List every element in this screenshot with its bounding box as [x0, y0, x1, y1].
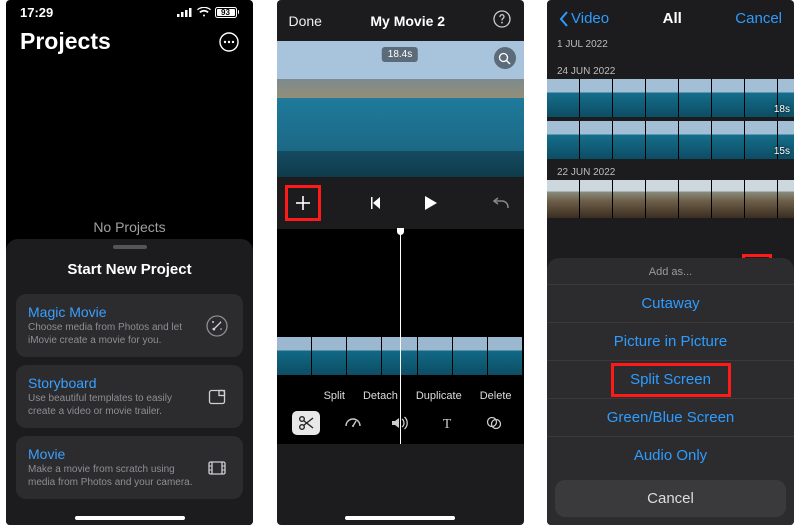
- scissors-icon: [298, 415, 314, 431]
- volume-icon: [391, 415, 409, 431]
- new-project-storyboard[interactable]: Storyboard Use beautiful templates to ea…: [16, 365, 243, 428]
- chevron-left-icon: [559, 11, 569, 27]
- done-button[interactable]: Done: [289, 13, 322, 29]
- add-as-cancel-button[interactable]: Cancel: [555, 480, 786, 517]
- timeline[interactable]: Split Detach Duplicate Delete T: [277, 229, 524, 444]
- media-duration: 15s: [774, 146, 790, 157]
- editor-toolbar: T: [277, 408, 524, 438]
- skip-back-button[interactable]: [367, 191, 391, 215]
- card-subtitle: Use beautiful templates to easily create…: [28, 393, 193, 418]
- add-as-title: Add as...: [547, 266, 794, 278]
- card-subtitle: Make a movie from scratch using media fr…: [28, 464, 193, 489]
- new-project-magic-movie[interactable]: Magic Movie Choose media from Photos and…: [16, 294, 243, 357]
- back-button[interactable]: Video: [559, 10, 609, 27]
- card-title: Magic Movie: [28, 304, 193, 320]
- card-subtitle: Choose media from Photos and let iMovie …: [28, 322, 193, 347]
- projects-screen: 17:29 93 Projects No Projects Start New …: [6, 0, 253, 525]
- play-icon: [424, 195, 438, 211]
- sheet-title: Start New Project: [16, 261, 243, 278]
- undo-button[interactable]: [490, 191, 514, 215]
- magnify-icon: [498, 52, 511, 65]
- card-title: Storyboard: [28, 375, 193, 391]
- tool-volume[interactable]: [386, 411, 414, 435]
- skip-back-icon: [371, 196, 387, 210]
- add-as-green-blue-screen[interactable]: Green/Blue Screen: [547, 398, 794, 436]
- wand-icon: [203, 312, 231, 340]
- split-button[interactable]: Split: [324, 390, 345, 402]
- clip-edit-actions: Split Detach Duplicate Delete: [277, 390, 524, 402]
- date-section-label: 24 JUN 2022: [547, 62, 794, 79]
- detach-button[interactable]: Detach: [363, 390, 398, 402]
- help-icon: [493, 10, 511, 28]
- add-as-split-screen[interactable]: Split Screen: [547, 360, 794, 398]
- more-menu-button[interactable]: [219, 32, 239, 52]
- add-as-cutaway[interactable]: Cutaway: [547, 284, 794, 322]
- add-as-sheet: Add as... Cutaway Picture in Picture Spl…: [547, 258, 794, 525]
- home-indicator[interactable]: [345, 516, 455, 520]
- date-section-label: 1 JUL 2022: [547, 35, 794, 52]
- tool-titles[interactable]: T: [433, 411, 461, 435]
- tool-filters[interactable]: [480, 411, 508, 435]
- timeline-controls: [277, 177, 524, 229]
- speed-icon: [344, 414, 362, 432]
- wifi-icon: [197, 7, 211, 17]
- storyboard-icon: [203, 383, 231, 411]
- card-title: Movie: [28, 446, 193, 462]
- add-media-button[interactable]: [291, 191, 315, 215]
- status-time: 17:29: [20, 5, 53, 20]
- ellipsis-circle-icon: [219, 32, 239, 52]
- play-button[interactable]: [419, 191, 443, 215]
- picker-cancel-button[interactable]: Cancel: [735, 10, 782, 27]
- add-as-audio-only[interactable]: Audio Only: [547, 436, 794, 474]
- back-label: Video: [571, 10, 609, 27]
- page-title: Projects: [20, 28, 111, 55]
- add-as-picture-in-picture[interactable]: Picture in Picture: [547, 322, 794, 360]
- video-preview[interactable]: 18.4s: [277, 41, 524, 177]
- date-section-label: 22 JUN 2022: [547, 163, 794, 180]
- battery-icon: 93: [215, 7, 240, 18]
- fullscreen-button[interactable]: [494, 47, 516, 69]
- status-bar: 17:29 93: [6, 0, 253, 22]
- duration-badge: 18.4s: [382, 47, 418, 62]
- svg-text:T: T: [443, 417, 452, 431]
- add-media-button-highlight: [285, 185, 321, 221]
- new-project-sheet: Start New Project Magic Movie Choose med…: [6, 239, 253, 525]
- picker-title: All: [663, 10, 682, 27]
- titles-icon: T: [439, 415, 455, 431]
- media-item[interactable]: 18s: [547, 79, 794, 117]
- empty-state-label: No Projects: [6, 219, 253, 235]
- battery-pct: 93: [216, 8, 236, 17]
- home-indicator[interactable]: [75, 516, 185, 520]
- tool-speed[interactable]: [339, 411, 367, 435]
- media-picker-screen: Video All Cancel 1 JUL 2022 24 JUN 2022 …: [547, 0, 794, 525]
- undo-icon: [493, 195, 511, 211]
- editor-screen: Done My Movie 2 18.4s: [277, 0, 524, 525]
- sheet-grabber[interactable]: [113, 245, 147, 249]
- signal-icon: [177, 7, 193, 17]
- media-duration: 18s: [774, 104, 790, 115]
- filters-icon: [485, 414, 503, 432]
- status-icons: 93: [177, 7, 240, 18]
- duplicate-button[interactable]: Duplicate: [416, 390, 462, 402]
- film-icon: [203, 454, 231, 482]
- plus-icon: [294, 194, 312, 212]
- delete-button[interactable]: Delete: [480, 390, 512, 402]
- media-item[interactable]: 15s: [547, 121, 794, 159]
- new-project-movie[interactable]: Movie Make a movie from scratch using me…: [16, 436, 243, 499]
- project-title: My Movie 2: [370, 13, 445, 29]
- help-button[interactable]: [493, 10, 511, 31]
- media-item-selected[interactable]: [547, 180, 794, 218]
- tool-scissors[interactable]: [292, 411, 320, 435]
